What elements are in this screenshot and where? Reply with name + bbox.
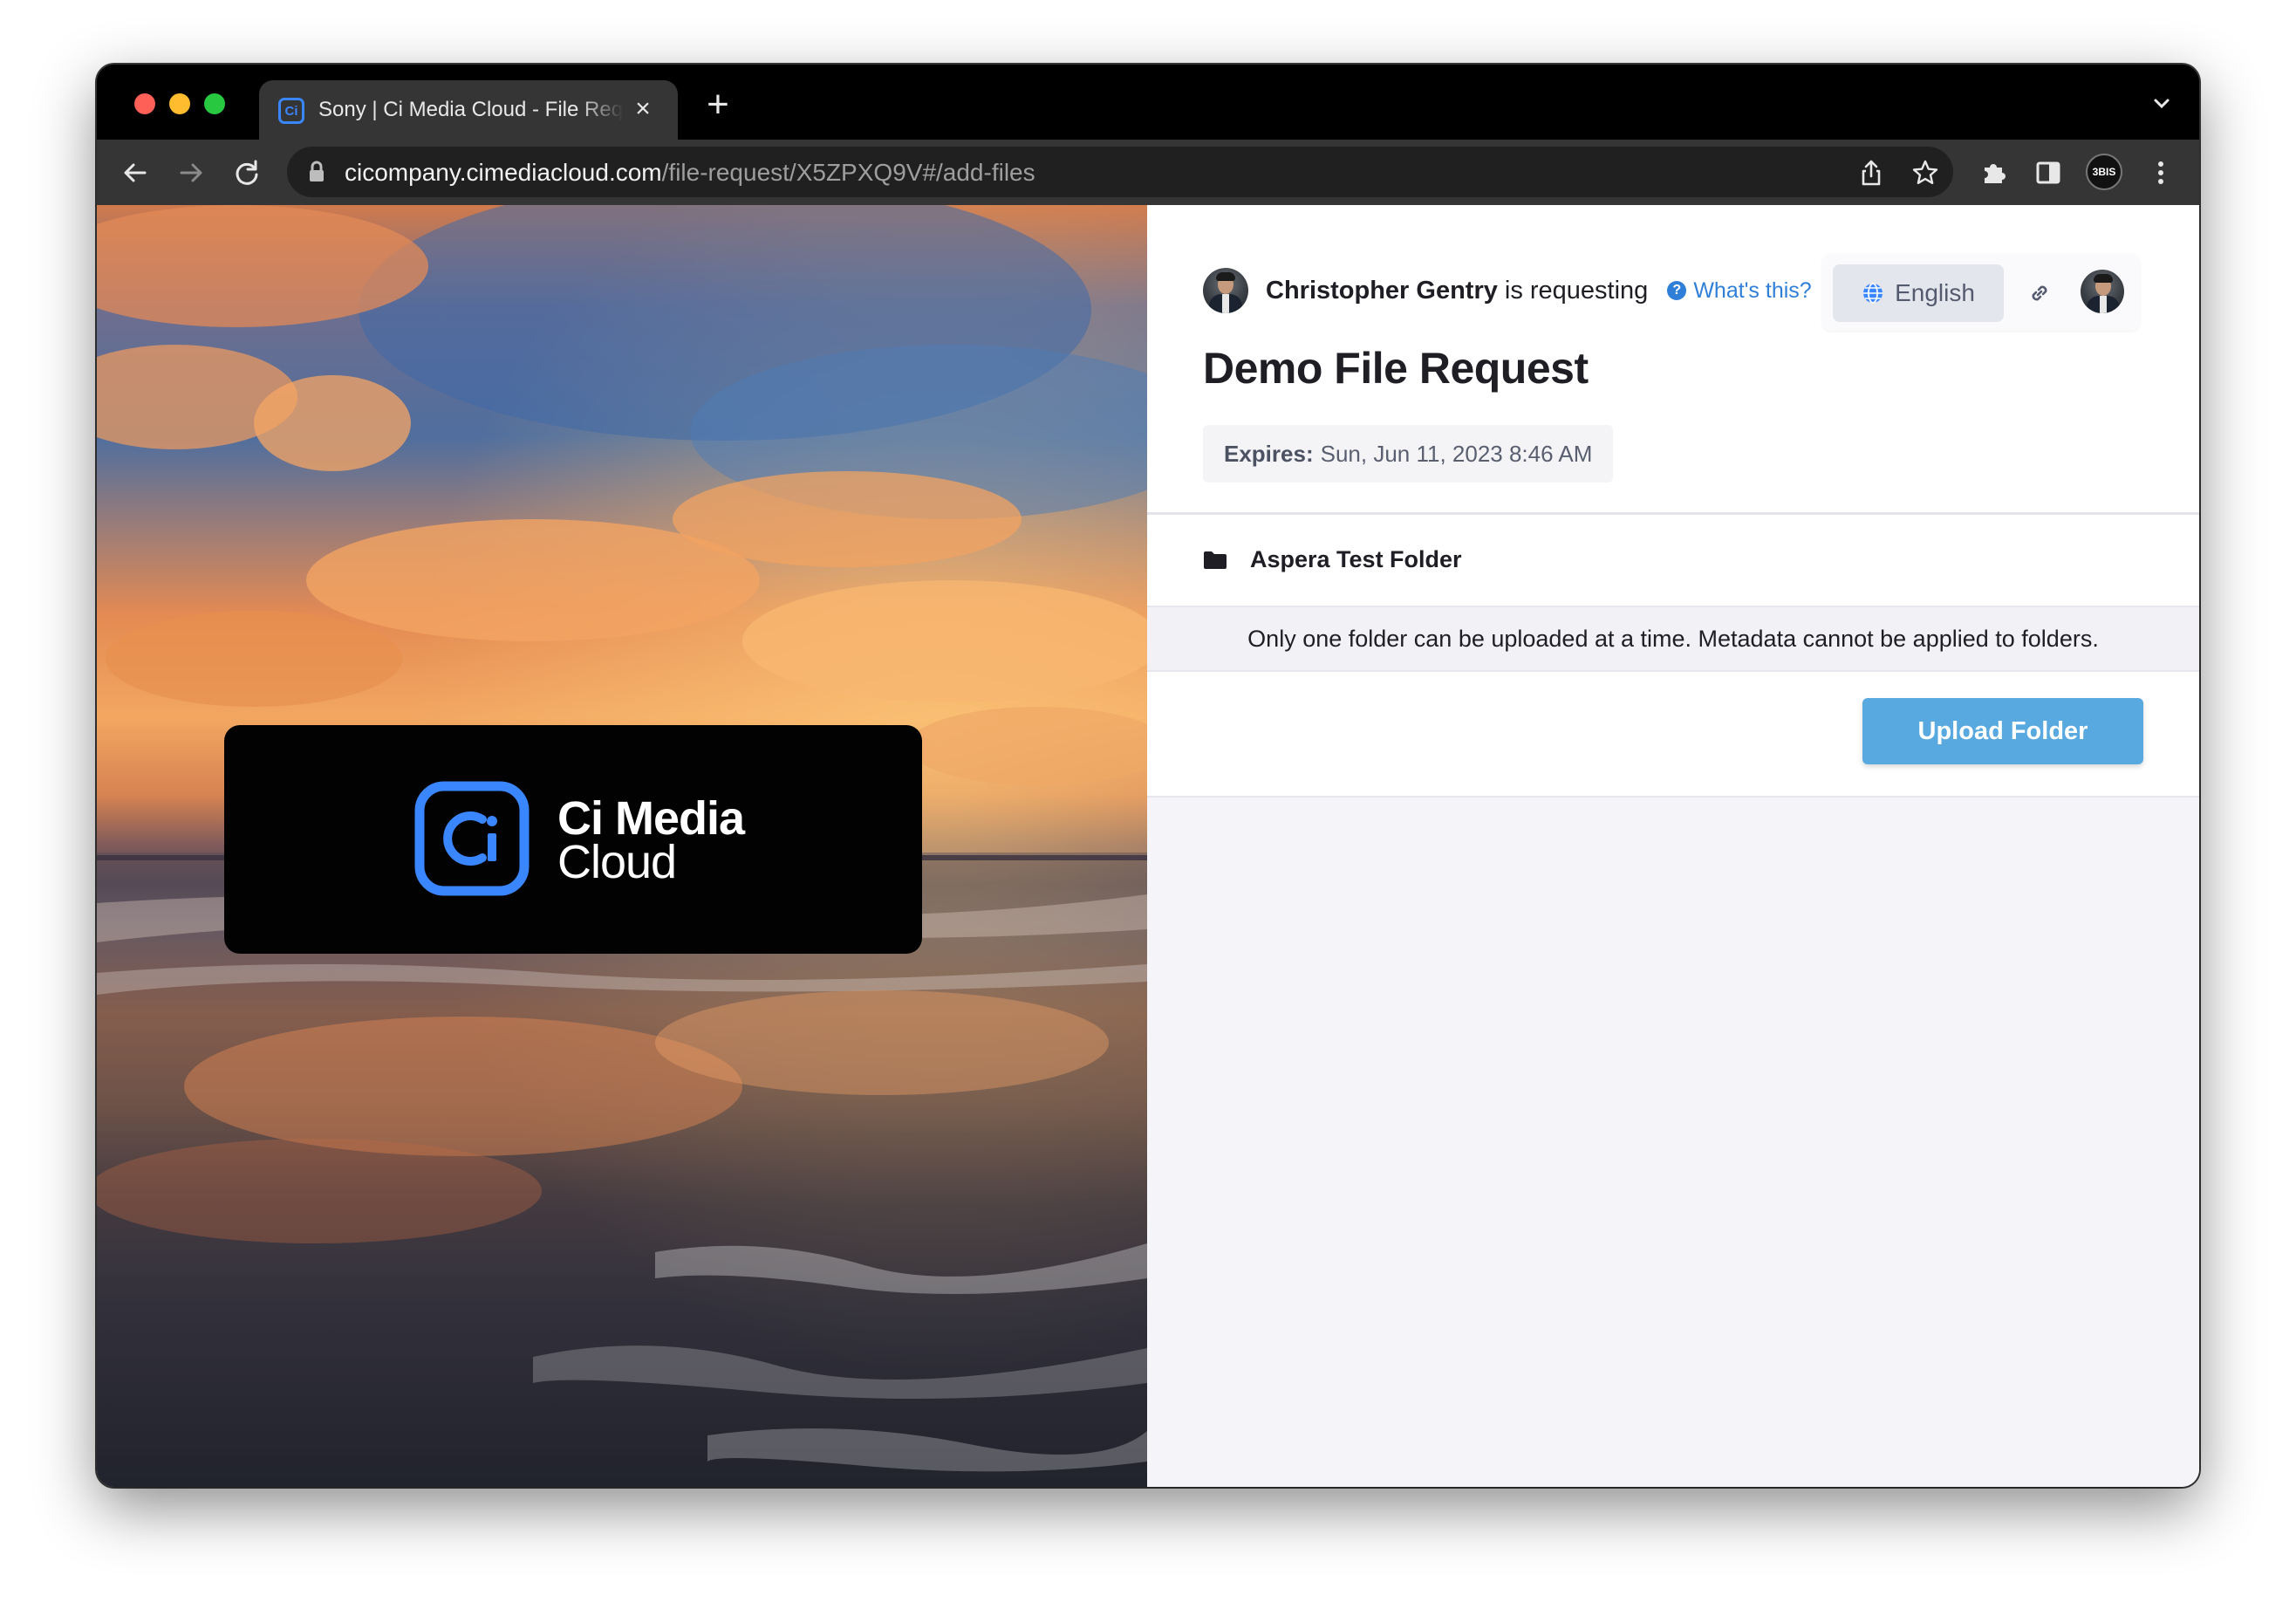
new-tab-icon[interactable]: + <box>700 86 735 124</box>
requester-row: Christopher Gentry is requesting ? What'… <box>1203 266 1812 315</box>
chevron-down-icon[interactable] <box>2149 91 2175 117</box>
requester-avatar <box>1203 268 1248 313</box>
profile-avatar[interactable]: 3BIS <box>2086 154 2122 190</box>
tab-title: Sony | Ci Media Cloud - File Request <box>318 98 624 121</box>
file-request-panel: Christopher Gentry is requesting ? What'… <box>1147 205 2199 1487</box>
page-content: Ci Media Cloud Christopher Gentry is req… <box>97 205 2199 1487</box>
expiration-badge: Expires: Sun, Jun 11, 2023 8:46 AM <box>1203 425 1614 483</box>
link-icon[interactable] <box>2019 273 2060 313</box>
star-icon[interactable] <box>1908 155 1943 190</box>
puzzle-icon[interactable] <box>1972 152 2014 194</box>
requester-name: Christopher Gentry <box>1266 276 1498 305</box>
url-text[interactable]: cicompany.cimediacloud.com/file-request/… <box>345 159 1035 187</box>
address-bar[interactable]: cicompany.cimediacloud.com/file-request/… <box>287 147 1953 197</box>
ci-logo-icon <box>414 781 530 896</box>
title-bar: Ci Sony | Ci Media Cloud - File Request … <box>97 65 2199 140</box>
action-bar: Upload Folder <box>1147 672 2199 798</box>
whats-this-label: What's this? <box>1693 277 1812 303</box>
page-title: Demo File Request <box>1203 344 1589 393</box>
reload-icon[interactable] <box>226 152 268 194</box>
url-path: /file-request/X5ZPXQ9V#/add-files <box>661 159 1035 186</box>
back-arrow-icon[interactable] <box>114 152 156 194</box>
close-tab-icon[interactable]: × <box>627 93 659 125</box>
language-selector[interactable]: English <box>1833 264 2004 322</box>
folder-icon <box>1204 551 1227 569</box>
share-icon[interactable] <box>1854 155 1889 190</box>
upload-notice: Only one folder can be uploaded at a tim… <box>1147 607 2199 672</box>
ci-favicon-icon: Ci <box>278 98 304 124</box>
browser-window: Ci Sony | Ci Media Cloud - File Request … <box>97 65 2199 1487</box>
browser-toolbar: cicompany.cimediacloud.com/file-request/… <box>97 140 2199 205</box>
side-panel-icon[interactable] <box>2027 152 2069 194</box>
requesting-text: is requesting <box>1504 276 1649 305</box>
sunset-beach-image: Ci Media Cloud <box>97 205 1147 1487</box>
header-tools: English <box>1822 254 2140 331</box>
upload-folder-button[interactable]: Upload Folder <box>1862 698 2143 764</box>
question-circle-icon: ? <box>1667 281 1687 300</box>
expires-value: Sun, Jun 11, 2023 8:46 AM <box>1320 440 1593 467</box>
expires-label: Expires: <box>1224 440 1314 467</box>
request-header: Christopher Gentry is requesting ? What'… <box>1147 205 2199 515</box>
folder-row: Aspera Test Folder <box>1147 515 2199 607</box>
close-window-button[interactable] <box>134 93 155 114</box>
user-avatar[interactable] <box>2081 270 2124 313</box>
kebab-menu-icon[interactable] <box>2140 152 2182 194</box>
lock-icon[interactable] <box>308 161 325 188</box>
whats-this-link[interactable]: ? What's this? <box>1667 277 1812 304</box>
folder-name: Aspera Test Folder <box>1250 546 1462 572</box>
forward-arrow-icon[interactable] <box>170 152 212 194</box>
ci-media-cloud-logo: Ci Media Cloud <box>224 725 922 954</box>
url-host: cicompany.cimediacloud.com <box>345 159 662 186</box>
browser-tab[interactable]: Ci Sony | Ci Media Cloud - File Request … <box>259 80 678 140</box>
language-label: English <box>1895 279 1975 306</box>
minimize-window-button[interactable] <box>169 93 190 114</box>
globe-icon <box>1863 283 1883 304</box>
zoom-window-button[interactable] <box>204 93 225 114</box>
logo-text-line2: Cloud <box>557 836 677 888</box>
